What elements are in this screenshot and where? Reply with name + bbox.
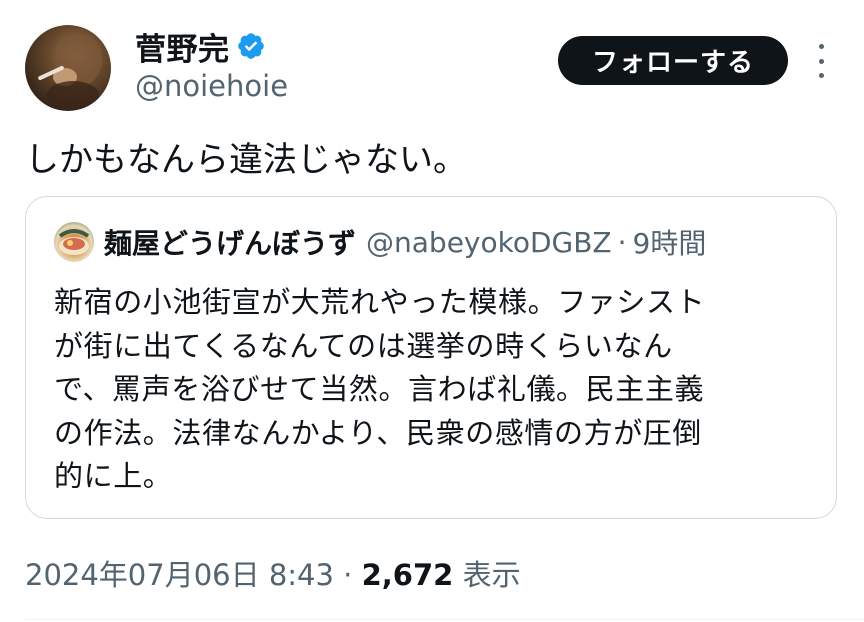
views-label: 表示: [462, 558, 521, 592]
quote-tweet-card[interactable]: 麺屋どうげんぼうず @nabeyokoDGBZ · 9時間 新宿の小池街宣が大荒…: [25, 196, 837, 519]
author-handle[interactable]: @noiehoie: [135, 69, 288, 103]
quote-text-line: 的に上。: [54, 459, 173, 493]
verified-badge-icon: [236, 31, 266, 61]
tweet-text: しかもなんら違法じゃない。: [25, 140, 467, 180]
quote-author-name[interactable]: 麺屋どうげんぼうず: [104, 222, 356, 262]
tweet-meta: 2024年07月06日 8:43 · 2,672 表示: [25, 552, 521, 594]
tweet-timestamp[interactable]: 2024年07月06日 8:43: [25, 558, 334, 592]
avatar-photo: [38, 34, 102, 109]
quote-text-line: が街に出てくるなんてのは選挙の時くらいなん: [54, 328, 673, 363]
quote-author-avatar[interactable]: [54, 222, 94, 262]
more-dot: [818, 73, 824, 78]
more-dot: [818, 44, 824, 49]
views-count: 2,672: [361, 558, 454, 592]
quote-time[interactable]: 9時間: [633, 222, 707, 262]
author-name-row[interactable]: 菅野完: [135, 24, 266, 68]
quote-header: 麺屋どうげんぼうず @nabeyokoDGBZ · 9時間: [54, 219, 706, 265]
more-dot: [818, 58, 824, 64]
ramen-bowl-icon: [58, 229, 90, 255]
quote-author-handle[interactable]: @nabeyokoDGBZ: [366, 226, 612, 259]
quote-separator: ·: [617, 225, 627, 259]
divider: [25, 619, 864, 620]
author-avatar[interactable]: [25, 25, 111, 111]
more-vertical-icon[interactable]: [808, 44, 834, 78]
quote-text: 新宿の小池街宣が大荒れやった模様。ファシスト が街に出てくるなんてのは選挙の時く…: [54, 281, 705, 499]
quote-text-line: で、罵声を浴びせて当然。言わば礼儀。民主主義: [54, 372, 705, 406]
meta-separator: ·: [343, 558, 353, 592]
quote-text-line: 新宿の小池街宣が大荒れやった模様。ファシスト: [54, 285, 706, 319]
author-display-name[interactable]: 菅野完: [135, 24, 230, 69]
quote-text-line: の作法。法律なんかより、民衆の感情の方が圧倒: [54, 415, 703, 450]
follow-button[interactable]: フォローする: [558, 36, 788, 85]
